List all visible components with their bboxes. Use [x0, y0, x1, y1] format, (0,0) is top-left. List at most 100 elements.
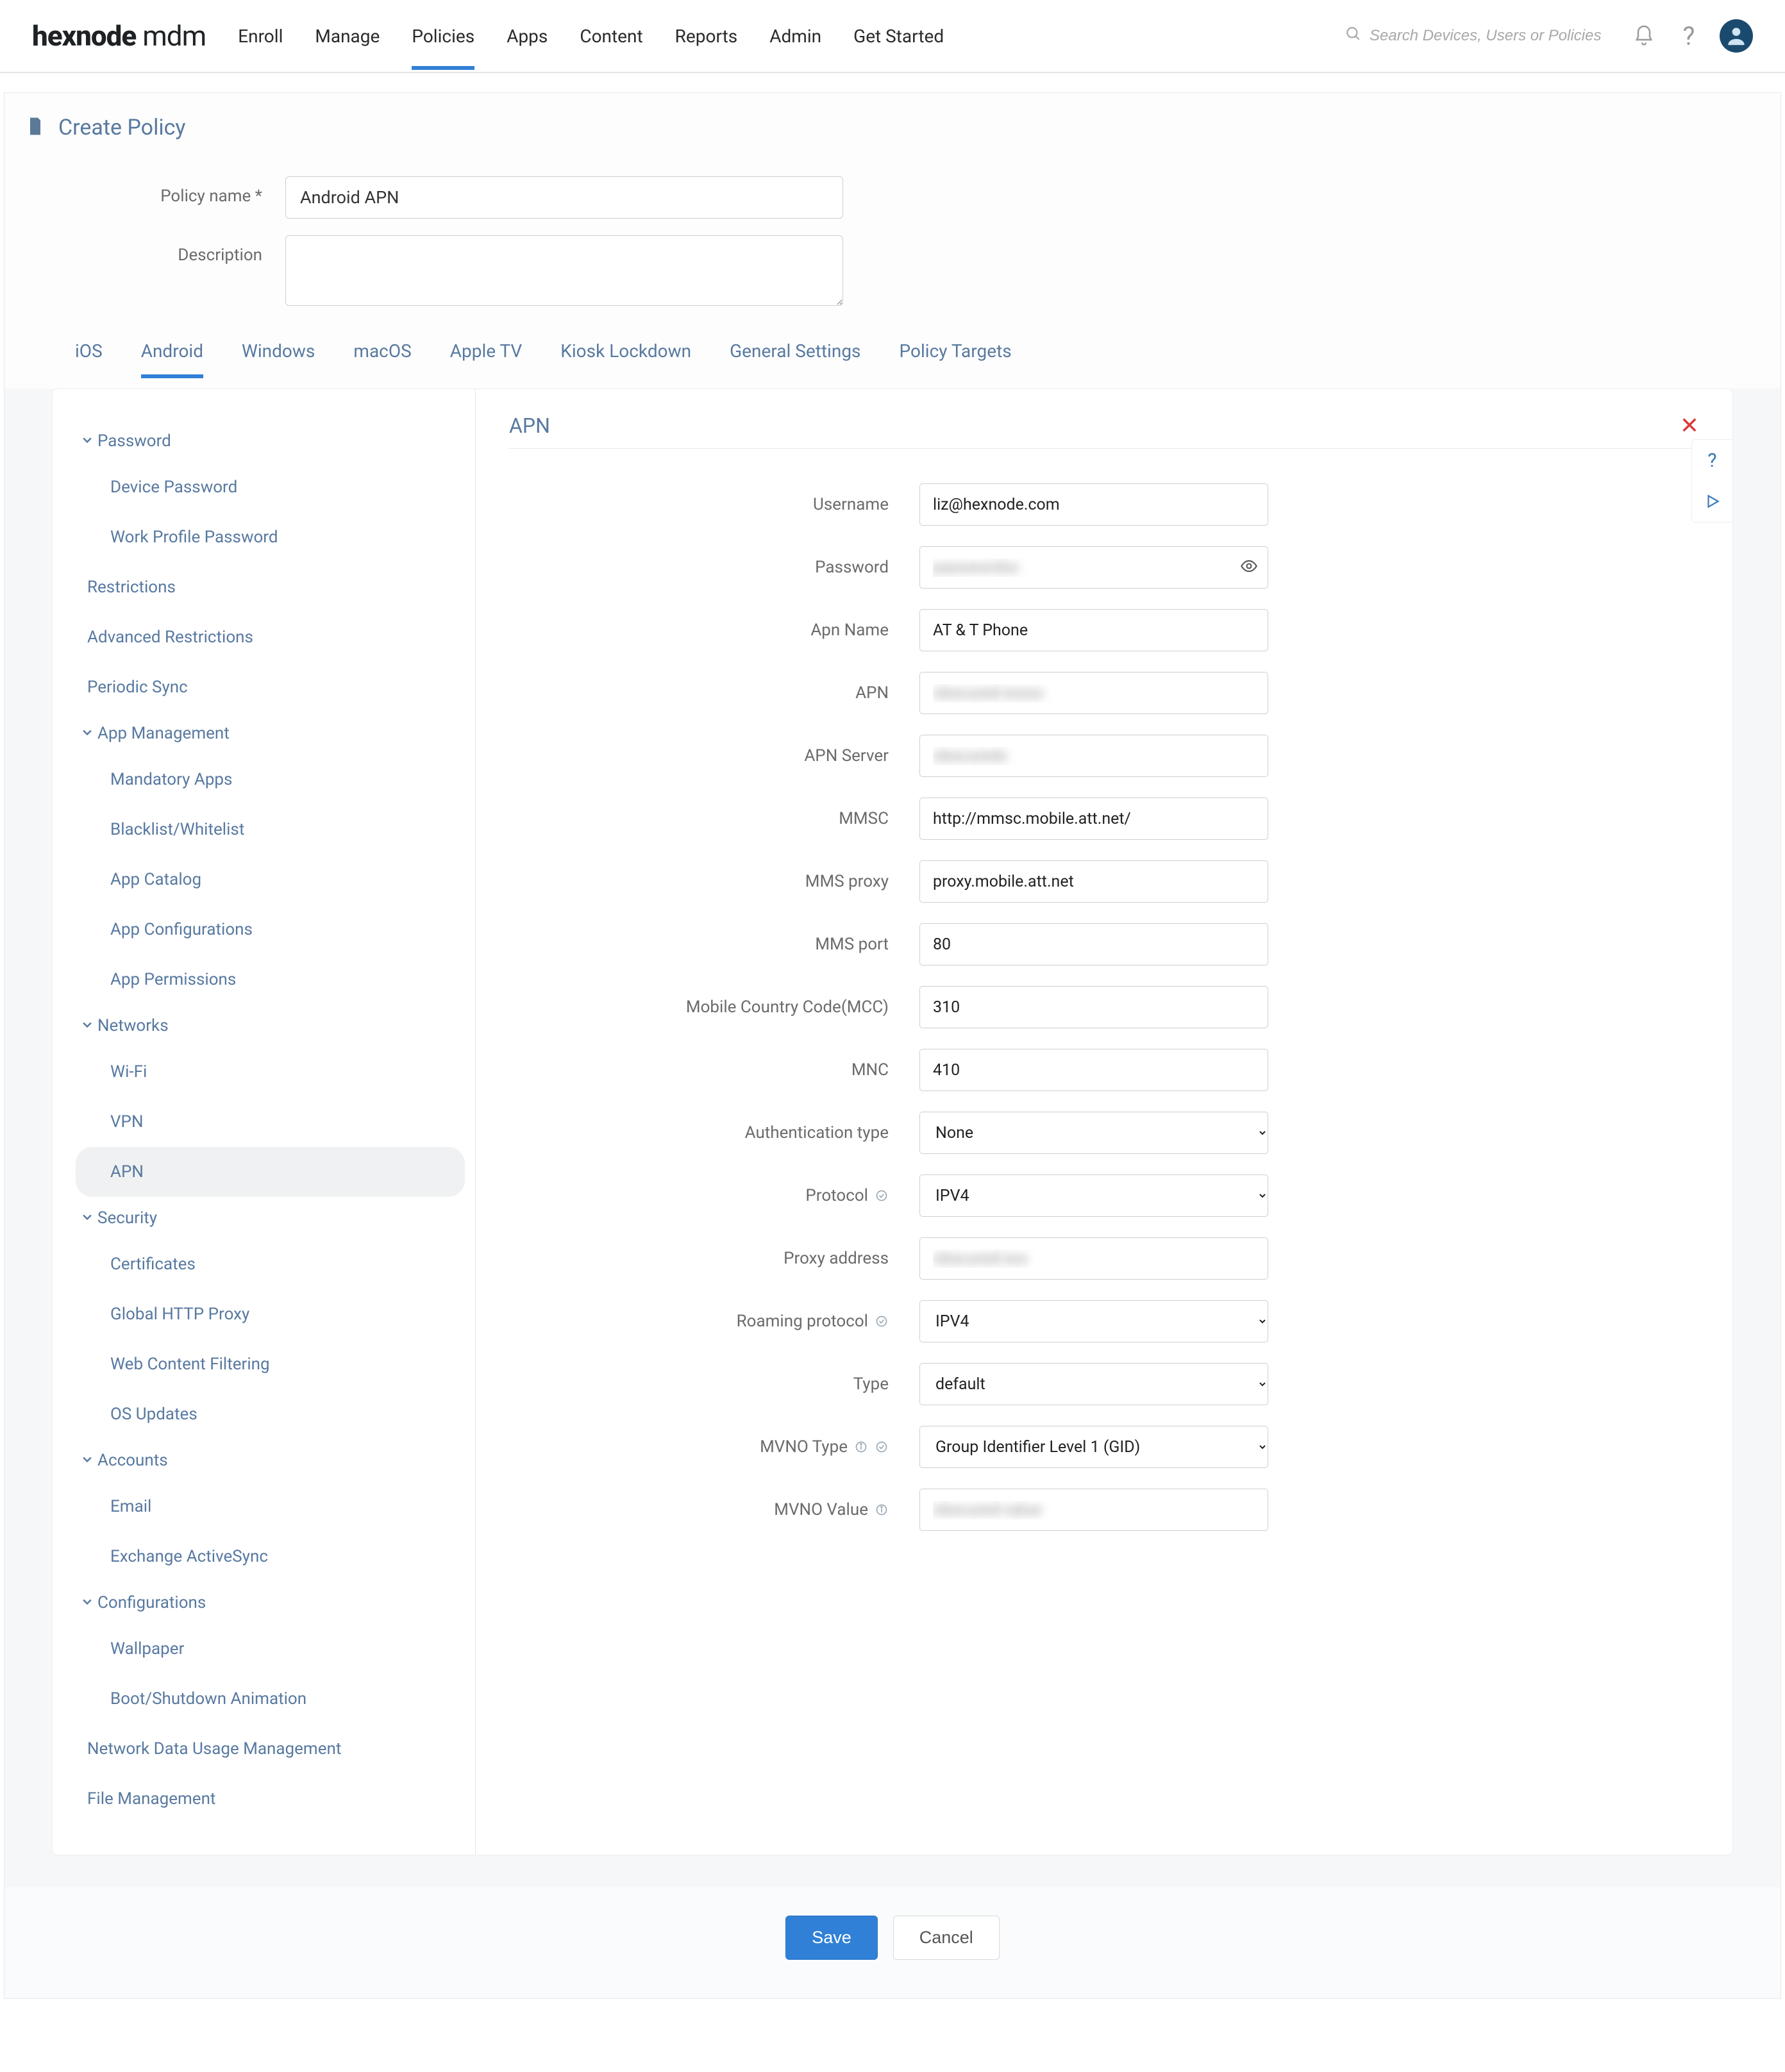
input-password[interactable]	[919, 546, 1268, 589]
logo-light: mdm	[136, 19, 206, 53]
select-roaming-protocol[interactable]: IPV4	[919, 1300, 1268, 1342]
checkmark-icon	[875, 1189, 889, 1203]
sidebar-item-file-management[interactable]: File Management	[76, 1774, 465, 1824]
sidebar-item-vpn[interactable]: VPN	[76, 1097, 465, 1147]
sidebar-item-web-filter[interactable]: Web Content Filtering	[76, 1339, 465, 1389]
input-mmsc[interactable]	[919, 798, 1268, 840]
checkmark-icon	[875, 1314, 889, 1328]
platform-tabs: iOS Android Windows macOS Apple TV Kiosk…	[4, 329, 1781, 378]
save-button[interactable]: Save	[785, 1916, 878, 1960]
select-mvno-type[interactable]: Group Identifier Level 1 (GID)	[919, 1426, 1268, 1468]
input-mvno-value[interactable]	[919, 1489, 1268, 1531]
close-icon[interactable]: ✕	[1680, 412, 1699, 439]
sidebar-item-blacklist[interactable]: Blacklist/Whitelist	[76, 805, 465, 855]
page-title: Create Policy	[58, 115, 186, 140]
label-proxy-address: Proxy address	[548, 1249, 919, 1268]
global-header: hexnode mdm Enroll Manage Policies Apps …	[0, 0, 1785, 73]
nav-policies[interactable]: Policies	[412, 3, 474, 70]
sidebar-item-app-permissions[interactable]: App Permissions	[76, 955, 465, 1005]
nav-manage[interactable]: Manage	[315, 3, 380, 70]
sidebar-item-network-data[interactable]: Network Data Usage Management	[76, 1724, 465, 1774]
tab-targets[interactable]: Policy Targets	[900, 329, 1012, 378]
policy-name-label: Policy name *	[35, 176, 285, 206]
eye-icon[interactable]	[1240, 557, 1258, 578]
logo: hexnode mdm	[32, 19, 206, 53]
policy-sidebar: Password Device Password Work Profile Pa…	[53, 389, 476, 1855]
input-mms-port[interactable]	[919, 923, 1268, 965]
label-mnc: MNC	[548, 1060, 919, 1080]
panel-expand-icon[interactable]	[1692, 481, 1732, 522]
sidebar-item-mandatory-apps[interactable]: Mandatory Apps	[76, 755, 465, 805]
description-label: Description	[35, 235, 285, 265]
input-username[interactable]	[919, 483, 1268, 526]
help-icon[interactable]: ?	[1675, 22, 1703, 50]
label-apn-name: Apn Name	[548, 621, 919, 640]
chevron-down-icon	[81, 1016, 94, 1035]
sidebar-item-app-configurations[interactable]: App Configurations	[76, 905, 465, 955]
sidebar-item-http-proxy[interactable]: Global HTTP Proxy	[76, 1289, 465, 1339]
sidebar-item-certificates[interactable]: Certificates	[76, 1239, 465, 1289]
input-apn-name[interactable]	[919, 609, 1268, 651]
chevron-down-icon	[81, 431, 94, 451]
nav-get-started[interactable]: Get Started	[853, 3, 944, 70]
input-mms-proxy[interactable]	[919, 860, 1268, 903]
policy-name-input[interactable]	[285, 176, 843, 219]
label-apn-server: APN Server	[548, 746, 919, 765]
sidebar-item-apn[interactable]: APN	[76, 1147, 465, 1197]
sidebar-item-os-updates[interactable]: OS Updates	[76, 1389, 465, 1439]
search-wrap	[1345, 26, 1613, 46]
form-panel: APN ✕ ? Username Password	[476, 389, 1732, 1855]
nav-apps[interactable]: Apps	[507, 3, 548, 70]
tab-android[interactable]: Android	[141, 329, 203, 378]
tab-windows[interactable]: Windows	[242, 329, 315, 378]
sidebar-item-work-profile-password[interactable]: Work Profile Password	[76, 512, 465, 562]
chevron-down-icon	[81, 724, 94, 743]
page-area: Create Policy Policy name * Description …	[4, 92, 1781, 1999]
input-apn-server[interactable]	[919, 735, 1268, 777]
sidebar-item-restrictions[interactable]: Restrictions	[76, 562, 465, 612]
avatar[interactable]	[1720, 19, 1753, 53]
select-type[interactable]: default	[919, 1363, 1268, 1405]
sidebar-item-device-password[interactable]: Device Password	[76, 462, 465, 512]
input-mcc[interactable]	[919, 986, 1268, 1028]
chevron-down-icon	[81, 1208, 94, 1228]
search-input[interactable]	[1370, 27, 1613, 45]
sidebar-item-app-catalog[interactable]: App Catalog	[76, 855, 465, 905]
sidebar-item-exchange[interactable]: Exchange ActiveSync	[76, 1532, 465, 1582]
panel-help-icon[interactable]: ?	[1692, 440, 1732, 481]
nav-content[interactable]: Content	[580, 3, 642, 70]
sidebar-item-boot-animation[interactable]: Boot/Shutdown Animation	[76, 1674, 465, 1724]
tab-general[interactable]: General Settings	[730, 329, 860, 378]
label-protocol: Protocol	[548, 1186, 919, 1205]
sidebar-item-wifi[interactable]: Wi-Fi	[76, 1047, 465, 1097]
tab-kiosk[interactable]: Kiosk Lockdown	[560, 329, 691, 378]
sidebar-item-email[interactable]: Email	[76, 1482, 465, 1532]
sidebar-item-wallpaper[interactable]: Wallpaper	[76, 1624, 465, 1674]
tab-appletv[interactable]: Apple TV	[450, 329, 523, 378]
label-type: Type	[548, 1374, 919, 1394]
sidebar-group-configurations[interactable]: Configurations	[76, 1582, 465, 1624]
input-proxy-address[interactable]	[919, 1237, 1268, 1280]
sidebar-group-accounts[interactable]: Accounts	[76, 1439, 465, 1482]
sidebar-item-advanced-restrictions[interactable]: Advanced Restrictions	[76, 612, 465, 662]
label-auth-type: Authentication type	[548, 1123, 919, 1142]
cancel-button[interactable]: Cancel	[893, 1916, 1000, 1960]
sidebar-item-periodic-sync[interactable]: Periodic Sync	[76, 662, 465, 712]
input-mnc[interactable]	[919, 1049, 1268, 1091]
select-auth-type[interactable]: None	[919, 1112, 1268, 1154]
notifications-icon[interactable]	[1630, 22, 1658, 50]
label-mms-proxy: MMS proxy	[548, 872, 919, 891]
tab-ios[interactable]: iOS	[75, 329, 103, 378]
description-input[interactable]	[285, 235, 843, 306]
sidebar-group-security[interactable]: Security	[76, 1197, 465, 1239]
sidebar-group-password[interactable]: Password	[76, 420, 465, 462]
select-protocol[interactable]: IPV4	[919, 1174, 1268, 1217]
input-apn[interactable]	[919, 672, 1268, 714]
sidebar-group-networks[interactable]: Networks	[76, 1005, 465, 1047]
nav-reports[interactable]: Reports	[675, 3, 738, 70]
policy-meta: Policy name * Description	[4, 148, 1781, 329]
nav-admin[interactable]: Admin	[769, 3, 821, 70]
tab-macos[interactable]: macOS	[353, 329, 411, 378]
sidebar-group-app-management[interactable]: App Management	[76, 712, 465, 755]
nav-enroll[interactable]: Enroll	[238, 3, 283, 70]
